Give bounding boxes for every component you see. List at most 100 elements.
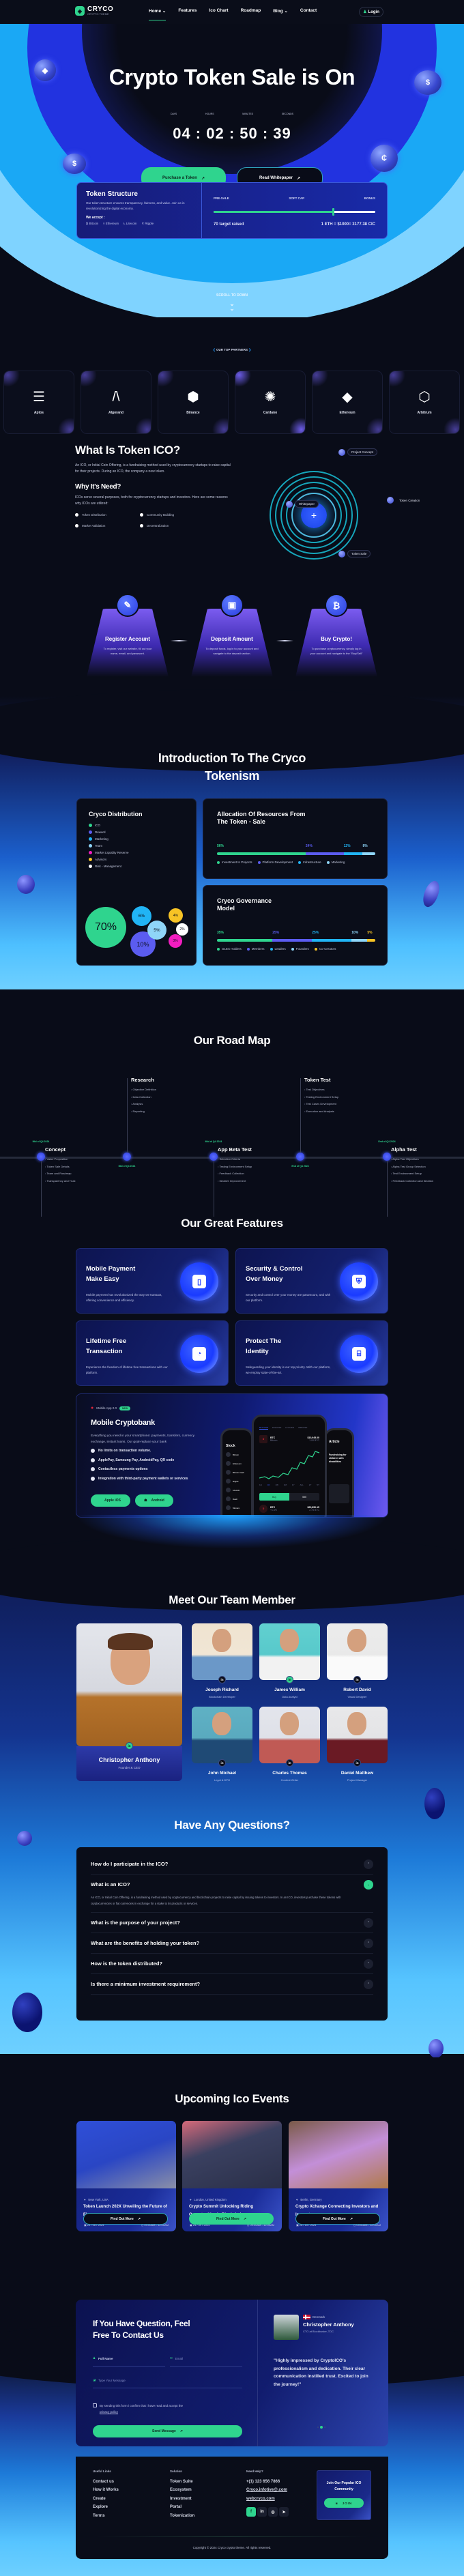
roadmap-milestone-items: Value PropositionToken Sale DetailsTeam … xyxy=(45,1156,75,1185)
footer-link[interactable]: Explore xyxy=(93,2503,119,2511)
android-button[interactable]: ☗ Android xyxy=(135,1494,173,1507)
phone-range[interactable]: ALL xyxy=(300,1484,303,1486)
instagram-icon[interactable]: ◎ xyxy=(268,2507,278,2517)
phone-range[interactable]: 5Y xyxy=(317,1484,319,1486)
email-field[interactable]: ✉ Email xyxy=(170,2356,242,2367)
privacy-policy-link[interactable]: privacy policy xyxy=(100,2410,118,2414)
facebook-icon[interactable]: f xyxy=(246,2507,256,2517)
footer-link[interactable]: Ecosystem xyxy=(170,2486,194,2494)
footer-link[interactable]: Investment xyxy=(170,2495,194,2503)
chevron-up-icon[interactable]: ⌃ xyxy=(364,1959,373,1969)
message-field[interactable]: ◪ Type Your Message xyxy=(93,2378,242,2388)
find-out-more-button[interactable]: Find Out More ↗ xyxy=(189,2213,274,2225)
footer-link[interactable]: Create xyxy=(93,2495,119,2503)
roadmap-dot[interactable] xyxy=(37,1153,45,1161)
join-button[interactable]: ◙ JOIN xyxy=(324,2498,364,2508)
roadmap-dot[interactable] xyxy=(296,1153,304,1161)
login-button[interactable]: ♟ Login xyxy=(359,7,383,17)
faq-question[interactable]: How do I participate in the ICO? xyxy=(91,1854,373,1874)
faq-item[interactable]: How do I participate in the ICO? ⌃ xyxy=(91,1854,373,1875)
faq-item[interactable]: Is there a minimum investment requiremen… xyxy=(91,1974,373,1995)
linkedin-icon[interactable]: in xyxy=(286,1759,293,1767)
nav-item-roadmap[interactable]: Roadmap xyxy=(241,8,261,14)
telegram-icon[interactable]: ➤ xyxy=(279,2507,289,2517)
faq-item[interactable]: What is an ICO? ⌄ An ICO, or Initial Coin … xyxy=(91,1875,373,1913)
partner-card[interactable]: ☰ Aptos xyxy=(3,371,74,434)
linkedin-icon[interactable]: in xyxy=(218,1759,226,1767)
full-name-field[interactable]: ♟ Full Name xyxy=(93,2356,165,2367)
phone-range[interactable]: 1Y xyxy=(292,1484,295,1486)
phone-range[interactable]: 1D xyxy=(267,1484,270,1486)
chat-icon: ◪ xyxy=(93,2378,96,2382)
faq-item[interactable]: How is the token distributed? ⌃ xyxy=(91,1954,373,1974)
roadmap-dot[interactable] xyxy=(123,1153,131,1161)
footer-phone[interactable]: +(1) 123 656 7866 xyxy=(246,2478,289,2486)
footer-link[interactable]: Tokenization xyxy=(170,2512,194,2520)
faq-question[interactable]: What is an ICO? xyxy=(91,1875,373,1894)
roadmap-dot[interactable] xyxy=(209,1153,218,1161)
find-out-more-button[interactable]: Find Out More ↗ xyxy=(295,2213,380,2225)
phone-range[interactable]: 2Y xyxy=(309,1484,312,1486)
faq-question[interactable]: Is there a minimum investment requiremen… xyxy=(91,1974,373,1994)
footer-email[interactable]: Cryco.infotive@.com xyxy=(246,2486,289,2494)
phone-range[interactable]: 1H xyxy=(259,1484,262,1486)
chevron-up-icon[interactable]: ⌃ xyxy=(364,1859,373,1869)
pagination-dot-active[interactable] xyxy=(320,2426,323,2429)
consent-checkbox[interactable] xyxy=(93,2403,97,2407)
faq-question[interactable]: What is the purpose of your project? xyxy=(91,1913,373,1933)
partner-card[interactable]: /\ Algorand xyxy=(81,371,151,434)
phone-tab[interactable]: LTC/USD xyxy=(285,1426,294,1430)
partner-card[interactable]: ⬡ Arbitrum xyxy=(389,371,460,434)
phone-range[interactable]: 1M xyxy=(284,1484,287,1486)
linkedin-icon[interactable]: in xyxy=(353,1759,361,1767)
linkedin-icon[interactable]: in xyxy=(286,1676,293,1683)
roadmap-date: Mid of Q4 2024 xyxy=(118,1165,136,1168)
portrait xyxy=(212,1629,231,1652)
faq-question[interactable]: How is the token distributed? xyxy=(91,1954,373,1973)
footer-heading: Solution xyxy=(170,2470,182,2473)
linkedin-icon[interactable]: in xyxy=(257,2507,267,2517)
roadmap-item: Feedback Collection xyxy=(218,1170,252,1178)
roadmap-dot[interactable] xyxy=(383,1153,391,1161)
pagination-dot[interactable] xyxy=(317,2427,319,2428)
roadmap-milestone-items: Selection CriteriaTesting Environment Se… xyxy=(218,1156,252,1185)
footer-link[interactable]: Terms xyxy=(93,2512,119,2520)
pagination-dot[interactable] xyxy=(324,2427,325,2428)
nav-item-blog[interactable]: Blog ⌄ xyxy=(273,8,288,14)
faq-question[interactable]: What are the benefits of holding your to… xyxy=(91,1933,373,1953)
faq-item[interactable]: What are the benefits of holding your to… xyxy=(91,1933,373,1954)
chevron-up-icon[interactable]: ⌃ xyxy=(364,1918,373,1928)
nav-item-features[interactable]: Features xyxy=(178,8,197,14)
phone-stock-item: Litecoin xyxy=(226,1488,248,1492)
partner-card[interactable]: ✺ Cardano xyxy=(235,371,306,434)
nav-item-home[interactable]: Home ⌄ xyxy=(149,8,166,20)
phone-tab[interactable]: ETH/USD xyxy=(272,1426,281,1430)
apple-ios-button[interactable]: Apple iOS xyxy=(91,1494,130,1507)
find-out-more-button[interactable]: Find Out More ↗ xyxy=(83,2213,168,2225)
linkedin-icon[interactable]: in xyxy=(353,1676,361,1683)
logo[interactable]: ◈ CRYCO CRYPTO THEME xyxy=(75,6,113,16)
chevron-up-icon[interactable]: ⌃ xyxy=(364,1980,373,1989)
footer-link[interactable]: Token Suite xyxy=(170,2478,194,2486)
linkedin-icon[interactable]: in xyxy=(218,1676,226,1683)
phone-tab[interactable]: XRP/USD xyxy=(298,1426,307,1430)
phone-sell-button[interactable]: Sell xyxy=(289,1493,319,1501)
footer-link[interactable]: How it Works xyxy=(93,2486,119,2494)
chevron-up-icon[interactable]: ⌃ xyxy=(364,1939,373,1948)
footer-website[interactable]: webcryco.com xyxy=(246,2495,289,2503)
arbitrum-icon: ⬡ xyxy=(418,390,431,405)
footer-link[interactable]: Portal xyxy=(170,2503,194,2511)
phone-range[interactable]: 1W xyxy=(275,1484,278,1486)
linkedin-icon[interactable]: in xyxy=(126,1742,133,1750)
send-message-button[interactable]: Send Message ↗ xyxy=(93,2425,242,2437)
faq-item[interactable]: What is the purpose of your project? ⌃ xyxy=(91,1913,373,1933)
scroll-down[interactable]: SCROLL TO DOWN ⌄ ⌄ xyxy=(0,293,464,312)
partner-card[interactable]: ◆ Ethereum xyxy=(312,371,383,434)
chevron-down-icon[interactable]: ⌄ xyxy=(364,1880,373,1890)
phone-buy-button[interactable]: Buy xyxy=(259,1493,289,1501)
nav-item-ico-chart[interactable]: Ico Chart xyxy=(209,8,228,14)
footer-link[interactable]: Contact us xyxy=(93,2478,119,2486)
partner-card[interactable]: ⬢ Binance xyxy=(158,371,229,434)
phone-tab[interactable]: BTC/USD xyxy=(259,1426,269,1430)
nav-item-contact[interactable]: Contact xyxy=(300,8,317,14)
